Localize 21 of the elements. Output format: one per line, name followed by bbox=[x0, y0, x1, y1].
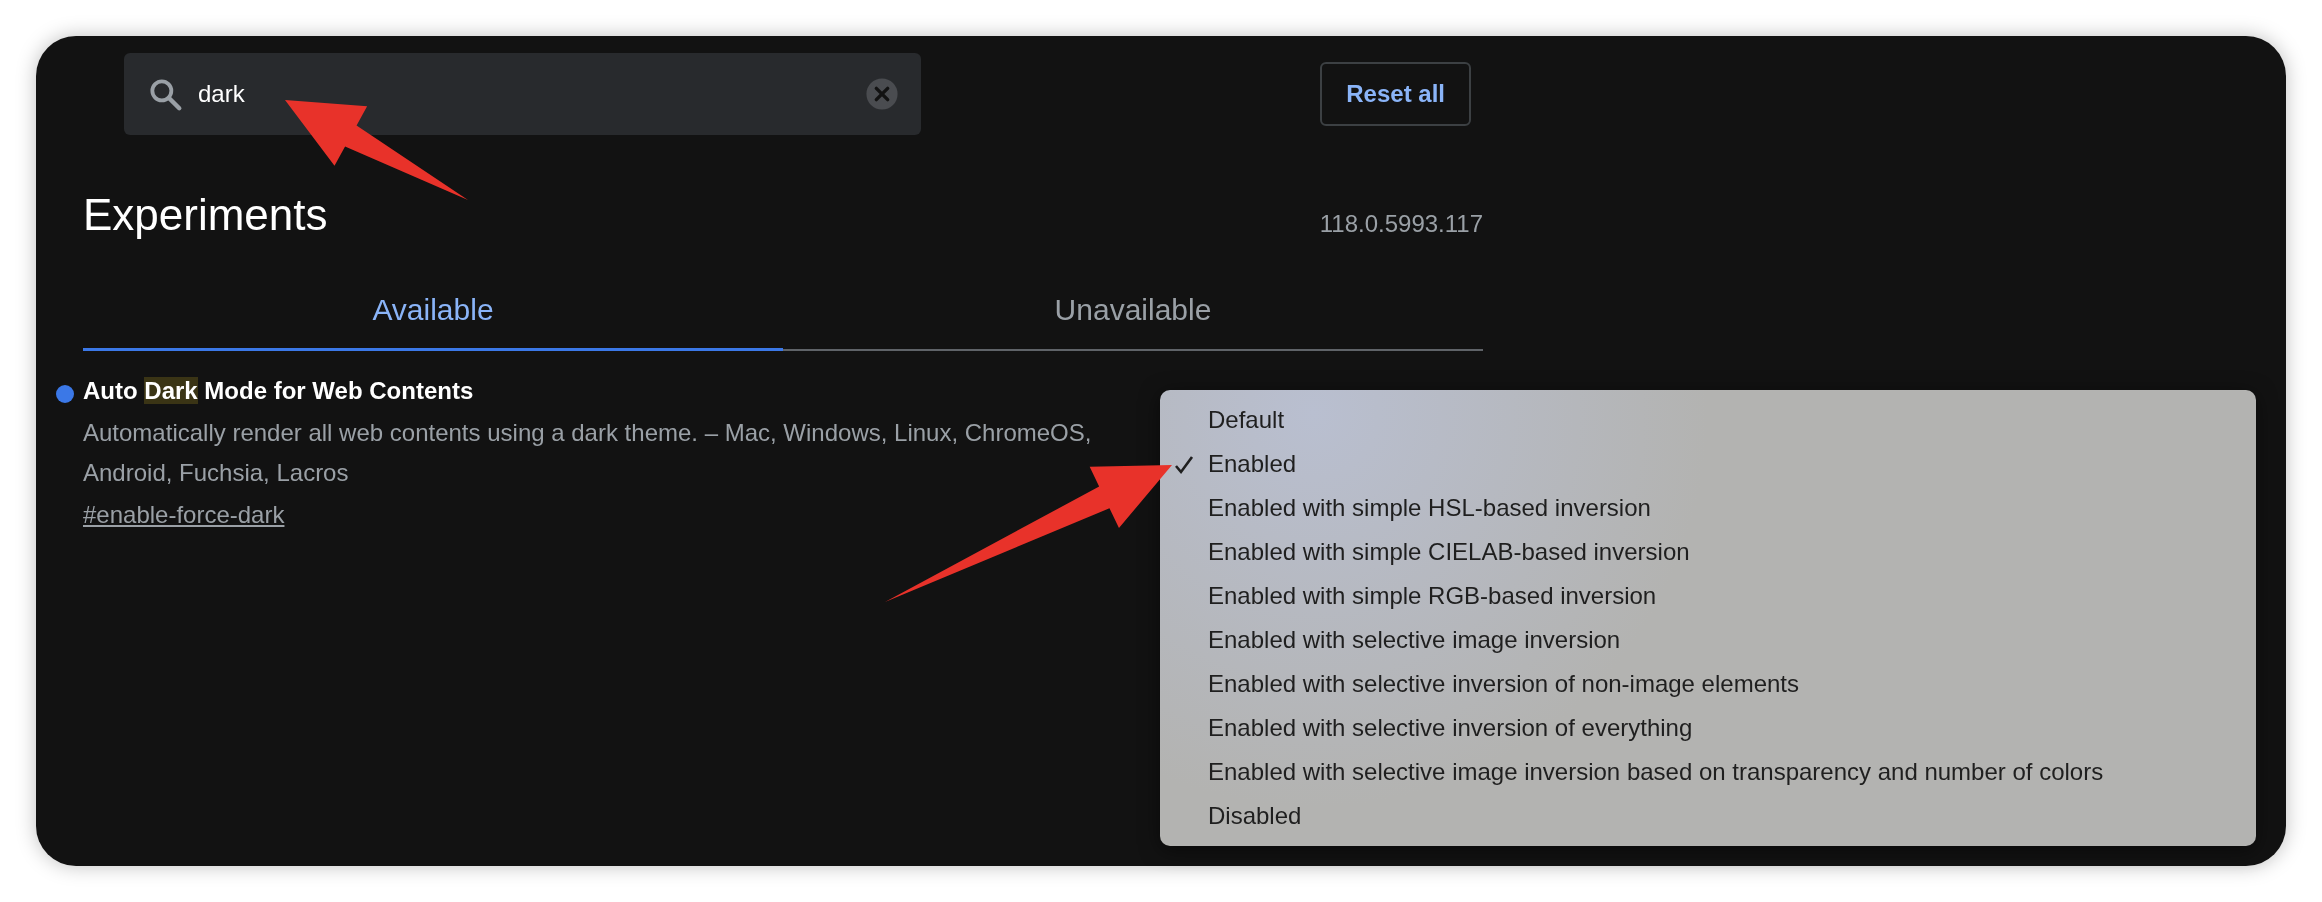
search-input[interactable]: dark bbox=[198, 76, 851, 112]
dropdown-option[interactable]: Enabled with selective image inversion bbox=[1160, 618, 2256, 662]
version-label: 118.0.5993.117 bbox=[1319, 209, 1483, 239]
dropdown-option[interactable]: Enabled with selective image inversion based on transparency and number of colors bbox=[1160, 750, 2256, 794]
experiment-link[interactable]: #enable-force-dark bbox=[83, 495, 285, 535]
dropdown-option[interactable]: Enabled with simple HSL-based inversion bbox=[1160, 486, 2256, 530]
dropdown-option[interactable]: Enabled with simple CIELAB-based inversion bbox=[1160, 530, 2256, 574]
experiment-title: Auto Dark Mode for Web Contents bbox=[83, 376, 474, 406]
experiment-description: Automatically render all web contents using a dark theme. – Mac, Windows, Linux, ChromeOS, Android, Fuchsia, Lacros bbox=[83, 418, 1093, 488]
dropdown-option[interactable]: Default bbox=[1160, 398, 2256, 442]
page-title: Experiments bbox=[83, 189, 328, 241]
dropdown-option[interactable]: Enabled with selective inversion of everything bbox=[1160, 706, 2256, 750]
tab[interactable]: Unavailable bbox=[783, 271, 1483, 351]
reset-all-button[interactable]: Reset all bbox=[1320, 62, 1471, 126]
dropdown-option[interactable]: Enabled with selective inversion of non-image elements bbox=[1160, 662, 2256, 706]
tab[interactable]: Available bbox=[83, 271, 783, 351]
dropdown-option[interactable]: Enabled with simple RGB-based inversion bbox=[1160, 574, 2256, 618]
dropdown-option[interactable]: Disabled bbox=[1160, 794, 2256, 838]
search-field[interactable]: dark bbox=[124, 53, 921, 135]
clear-icon[interactable] bbox=[865, 77, 899, 111]
dropdown-option[interactable]: Enabled bbox=[1160, 442, 2256, 486]
